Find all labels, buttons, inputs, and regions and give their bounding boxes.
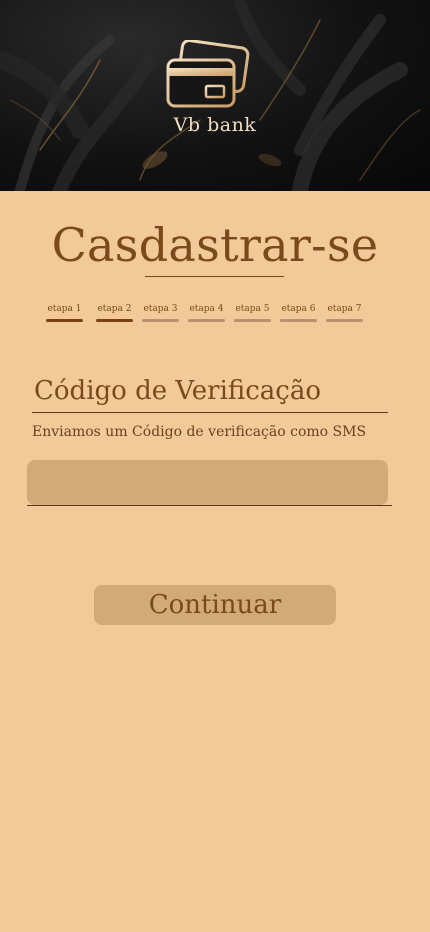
step-7: etapa 7 xyxy=(326,304,363,322)
step-label: etapa 3 xyxy=(143,304,178,314)
step-6: etapa 6 xyxy=(280,304,317,322)
title-underline xyxy=(145,276,284,277)
step-label: etapa 6 xyxy=(281,304,316,314)
step-bar xyxy=(326,319,363,322)
progress-steps: etapa 1 etapa 2 etapa 3 etapa 4 etapa 5 … xyxy=(46,304,366,324)
brand-name: Vb bank xyxy=(173,114,257,136)
step-label: etapa 5 xyxy=(235,304,270,314)
step-3: etapa 3 xyxy=(142,304,179,322)
step-1: etapa 1 xyxy=(46,304,83,322)
verification-code-input[interactable] xyxy=(27,460,388,505)
step-4: etapa 4 xyxy=(188,304,225,322)
step-bar xyxy=(280,319,317,322)
step-label: etapa 7 xyxy=(327,304,362,314)
step-bar xyxy=(96,319,133,322)
verification-title-underline xyxy=(32,412,388,413)
step-2: etapa 2 xyxy=(96,304,133,322)
page-title: Casdastrar-se xyxy=(51,218,379,272)
verification-hint: Enviamos um Código de verificação como S… xyxy=(32,424,367,440)
step-label: etapa 2 xyxy=(97,304,132,314)
credit-cards-icon xyxy=(166,40,250,108)
step-bar xyxy=(46,319,83,322)
input-underline xyxy=(27,505,392,506)
header-banner: Vb bank xyxy=(0,0,430,191)
step-bar xyxy=(234,319,271,322)
step-bar xyxy=(142,319,179,322)
step-5: etapa 5 xyxy=(234,304,271,322)
step-bar xyxy=(188,319,225,322)
continue-button[interactable]: Continuar xyxy=(94,585,336,625)
step-label: etapa 1 xyxy=(47,304,82,314)
step-label: etapa 4 xyxy=(189,304,224,314)
verification-title: Código de Verificação xyxy=(34,376,322,406)
